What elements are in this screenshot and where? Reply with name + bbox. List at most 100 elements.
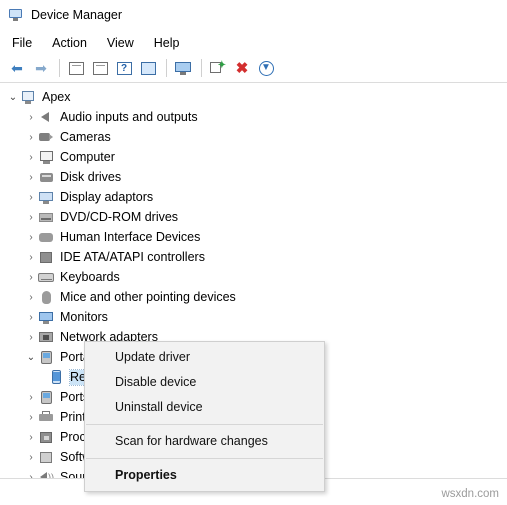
context-menu-separator-2 (86, 458, 323, 459)
ctx-properties[interactable]: Properties (85, 463, 324, 488)
tree-row-dvd-cd-rom-drives[interactable]: › DVD/CD-ROM drives (0, 207, 507, 227)
chevron-right-icon[interactable]: › (24, 312, 38, 323)
ctx-uninstall-device[interactable]: Uninstall device (85, 395, 324, 420)
chevron-right-icon[interactable]: › (24, 212, 38, 223)
tree-label: Cameras (60, 129, 111, 144)
toolbar-separator-1 (59, 59, 60, 77)
left-arrow-icon: ⬅ (11, 60, 23, 76)
chevron-right-icon[interactable]: › (24, 292, 38, 303)
chevron-right-icon[interactable]: › (24, 132, 38, 143)
menu-action[interactable]: Action (48, 34, 96, 52)
tree-row-keyboards[interactable]: › Keyboards (0, 267, 507, 287)
properties-icon (92, 61, 108, 75)
properties-button[interactable] (89, 57, 111, 79)
tree-label: Display adaptors (60, 189, 154, 204)
menu-file[interactable]: File (8, 34, 41, 52)
tree-row-disk-drives[interactable]: › Disk drives (0, 167, 507, 187)
title-bar: Device Manager (0, 0, 507, 31)
toolbar-separator-3 (201, 59, 202, 77)
tree-row-apex[interactable]: ⌄ Apex (0, 87, 507, 107)
monitor-icon (175, 61, 191, 75)
chevron-down-icon[interactable]: ⌄ (24, 352, 38, 363)
device-manager-icon (8, 7, 24, 23)
tree-label: Monitors (60, 309, 108, 324)
chevron-down-icon[interactable]: ⌄ (6, 92, 20, 103)
tree-row-display-adaptors[interactable]: › Display adaptors (0, 187, 507, 207)
show-hide-console-tree-button[interactable] (65, 57, 87, 79)
camera-icon (38, 130, 55, 145)
chevron-right-icon[interactable]: › (24, 392, 38, 403)
keyboard-icon (38, 270, 55, 285)
tree-row-computer[interactable]: › Computer (0, 147, 507, 167)
menu-help[interactable]: Help (150, 34, 189, 52)
chevron-right-icon[interactable]: › (24, 432, 38, 443)
chevron-right-icon[interactable]: › (24, 272, 38, 283)
context-menu-separator-1 (86, 424, 323, 425)
hid-icon (38, 230, 55, 245)
tree-label: IDE ATA/ATAPI controllers (60, 249, 205, 264)
monitor-icon (38, 310, 55, 325)
phone-icon (48, 369, 65, 385)
show-hide-action-pane-button[interactable] (137, 57, 159, 79)
device-manager-window: Device Manager File Action View Help ⬅ ➡… (0, 0, 507, 505)
chevron-right-icon[interactable]: › (24, 452, 38, 463)
back-button[interactable]: ⬅ (6, 57, 28, 79)
chevron-right-icon[interactable]: › (24, 152, 38, 163)
watermark: wsxdn.com (441, 488, 499, 500)
printer-icon (38, 410, 55, 425)
toolbar-separator-2 (166, 59, 167, 77)
disk-drive-icon (38, 170, 55, 185)
tree-label: Audio inputs and outputs (60, 109, 198, 124)
right-arrow-icon: ➡ (35, 60, 47, 76)
tree-label: Computer (60, 149, 115, 164)
mouse-icon (38, 290, 55, 305)
tree-label: Human Interface Devices (60, 229, 201, 244)
software-device-icon (38, 450, 55, 465)
tree-row-cameras[interactable]: › Cameras (0, 127, 507, 147)
circle-down-arrow-icon: ▼ (258, 60, 274, 76)
scan-for-hardware-changes-button[interactable] (172, 57, 194, 79)
ide-controller-icon (38, 250, 55, 265)
ctx-update-driver[interactable]: Update driver (85, 345, 324, 370)
tree-label: Disk drives (60, 169, 122, 184)
portable-device-icon (38, 350, 55, 365)
disable-device-button[interactable]: ▼ (255, 57, 277, 79)
tree-row-human-interface-devices[interactable]: › Human Interface Devices (0, 227, 507, 247)
toolbar: ⬅ ➡ ? ✦ ✖ ▼ (0, 54, 507, 83)
tree-row-ide-ata-atapi-controllers[interactable]: › IDE ATA/ATAPI controllers (0, 247, 507, 267)
network-adapter-icon (38, 330, 55, 345)
ctx-disable-device[interactable]: Disable device (85, 370, 324, 395)
tree-row-mice-and-other-pointing-devices[interactable]: › Mice and other pointing devices (0, 287, 507, 307)
context-menu: Update driver Disable device Uninstall d… (84, 341, 325, 492)
question-mark-icon: ? (116, 61, 132, 75)
uninstall-device-button[interactable]: ✖ (231, 57, 253, 79)
tree-label-apex: Apex (42, 89, 71, 104)
tree-label: DVD/CD-ROM drives (60, 209, 179, 224)
ctx-scan-for-hardware-changes[interactable]: Scan for hardware changes (85, 429, 324, 454)
help-button[interactable]: ? (113, 57, 135, 79)
forward-button[interactable]: ➡ (30, 57, 52, 79)
update-driver-button[interactable]: ✦ (207, 57, 229, 79)
update-driver-icon: ✦ (210, 61, 226, 75)
menu-view[interactable]: View (103, 34, 143, 52)
dvd-drive-icon (38, 210, 55, 225)
chevron-right-icon[interactable]: › (24, 412, 38, 423)
chevron-right-icon[interactable]: › (24, 172, 38, 183)
chevron-right-icon[interactable]: › (24, 252, 38, 263)
chevron-right-icon[interactable]: › (24, 332, 38, 343)
red-x-icon: ✖ (235, 59, 249, 77)
tree-label: Keyboards (60, 269, 120, 284)
tree-row-monitors[interactable]: › Monitors (0, 307, 507, 327)
tree-label: Mice and other pointing devices (60, 289, 236, 304)
chevron-right-icon[interactable]: › (24, 192, 38, 203)
tree-row-audio-inputs-and-outputs[interactable]: › Audio inputs and outputs (0, 107, 507, 127)
chevron-right-icon[interactable]: › (24, 232, 38, 243)
speaker-icon (38, 110, 55, 125)
display-adapter-icon (38, 190, 55, 205)
processor-icon (38, 430, 55, 445)
computer-icon (38, 150, 55, 165)
chevron-right-icon[interactable]: › (24, 112, 38, 123)
window-title: Device Manager (31, 8, 123, 22)
menu-bar: File Action View Help (0, 31, 507, 54)
action-pane-icon (140, 61, 156, 75)
